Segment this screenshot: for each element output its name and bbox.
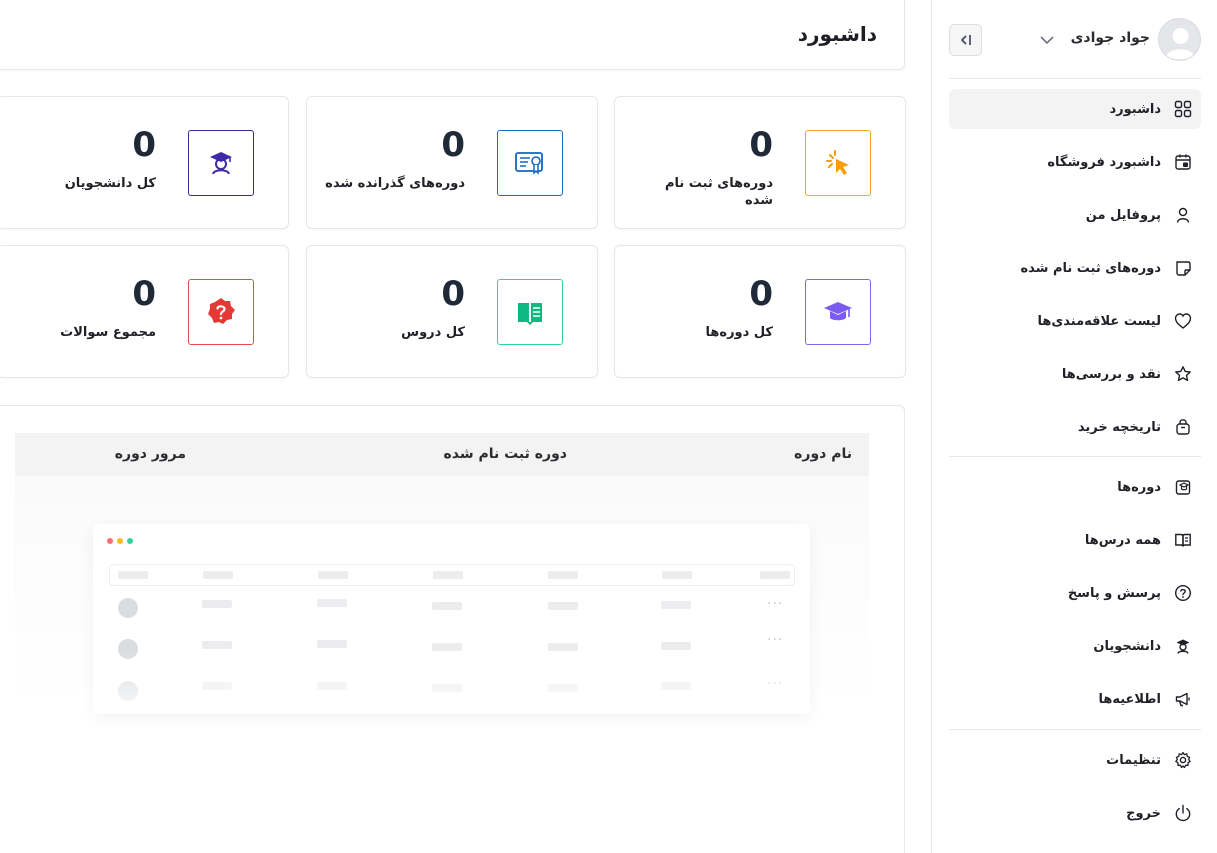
sidebar-item-label: تاریخچه خرید <box>1077 419 1161 435</box>
collapse-icon <box>960 35 971 45</box>
stat-value: 0 <box>441 125 465 165</box>
graduation-cap-icon <box>805 279 871 345</box>
sidebar-item-store-dashboard[interactable]: داشبورد فروشگاه <box>949 142 1201 182</box>
gear-icon <box>1174 751 1192 769</box>
stat-card-courses: 0 کل دوره‌ها <box>614 245 906 378</box>
stat-card-lessons: 0 کل دروس <box>306 245 598 378</box>
sidebar-item-label: نقد و بررسی‌ها <box>1061 366 1161 382</box>
stat-label: کل دروس <box>401 325 465 340</box>
courses-icon <box>1174 478 1192 496</box>
question-badge-icon <box>188 279 254 345</box>
illustration-fade <box>93 650 810 714</box>
stat-card-completed: 0 دوره‌های گذرانده شده <box>306 96 598 229</box>
window-dot-green <box>127 538 133 544</box>
window-dot-red <box>107 538 113 544</box>
user-profile-bar: جواد جوادی <box>949 0 1201 79</box>
sidebar-item-label: دوره‌های ثبت نام شده <box>1020 260 1161 276</box>
sidebar-item-label: اطلاعیه‌ها <box>1098 691 1161 707</box>
sidebar-divider <box>949 729 1201 730</box>
window-dot-yellow <box>117 538 123 544</box>
collapse-sidebar-button[interactable] <box>949 24 982 56</box>
sidebar-divider <box>949 456 1201 457</box>
enrolled-icon <box>1174 259 1192 277</box>
question-icon <box>1174 584 1192 602</box>
stat-value: 0 <box>749 274 773 314</box>
chevron-down-icon[interactable] <box>1039 32 1055 46</box>
sidebar-item-reviews[interactable]: نقد و بررسی‌ها <box>949 354 1201 394</box>
open-book-icon <box>497 279 563 345</box>
student-icon <box>188 130 254 196</box>
stat-card-students: 0 کل دانشجویان <box>0 96 289 229</box>
sidebar-item-courses[interactable]: دوره‌ها <box>949 467 1201 507</box>
placeholder-header-row <box>109 564 795 586</box>
stat-label: کل دانشجویان <box>64 176 156 191</box>
cursor-click-icon <box>805 130 871 196</box>
sidebar-item-label: داشبورد فروشگاه <box>1047 154 1161 170</box>
avatar[interactable] <box>1158 18 1201 61</box>
star-icon <box>1174 365 1192 383</box>
user-icon <box>1174 206 1192 224</box>
user-name[interactable]: جواد جوادی <box>1071 30 1150 46</box>
sidebar-item-announcements[interactable]: اطلاعیه‌ها <box>949 679 1201 719</box>
stat-label: مجموع سوالات <box>60 325 156 340</box>
heart-icon <box>1174 312 1192 330</box>
power-icon <box>1174 804 1192 822</box>
sidebar-item-label: دوره‌ها <box>1117 479 1161 495</box>
sidebar-item-settings[interactable]: تنظیمات <box>949 740 1201 780</box>
table-header: نام دوره دوره ثبت نام شده مرور دوره <box>15 433 869 476</box>
megaphone-icon <box>1174 690 1192 708</box>
stat-value: 0 <box>441 274 465 314</box>
sidebar-item-purchase-history[interactable]: تاریخچه خرید <box>949 407 1201 447</box>
stat-card-enrolled: 0 دوره‌های ثبت نام شده <box>614 96 906 229</box>
stat-value: 0 <box>132 274 156 314</box>
sidebar-item-label: همه درس‌ها <box>1084 532 1161 548</box>
sidebar-item-label: خروج <box>1126 805 1161 821</box>
stat-label: دوره‌های گذرانده شده <box>325 176 465 191</box>
page-title: داشبورد <box>797 22 877 46</box>
sidebar-item-wishlist[interactable]: لیست علاقه‌مندی‌ها <box>949 301 1201 341</box>
placeholder-avatar <box>118 598 138 618</box>
stat-label: کل دوره‌ها <box>705 325 774 340</box>
calendar-store-icon <box>1174 153 1192 171</box>
sidebar-item-logout[interactable]: خروج <box>949 793 1201 833</box>
book-icon <box>1174 531 1192 549</box>
sidebar: جواد جوادی داشبورد داشبورد فروشگاه پروفا… <box>931 0 1217 853</box>
sidebar-item-dashboard[interactable]: داشبورد <box>949 89 1201 129</box>
certificate-icon <box>497 130 563 196</box>
stat-card-questions: 0 مجموع سوالات <box>0 245 289 378</box>
grid-icon <box>1174 100 1192 118</box>
column-enrolled-course: دوره ثبت نام شده <box>443 446 567 462</box>
sidebar-item-label: دانشجویان <box>1093 638 1161 654</box>
sidebar-item-label: تنظیمات <box>1106 752 1161 768</box>
column-course-review: مرور دوره <box>114 446 186 462</box>
column-course-name: نام دوره <box>794 446 852 462</box>
sidebar-item-qa[interactable]: پرسش و پاسخ <box>949 573 1201 613</box>
sidebar-item-label: داشبورد <box>1109 101 1161 117</box>
sidebar-item-profile[interactable]: پروفایل من <box>949 195 1201 235</box>
bag-icon <box>1174 418 1192 436</box>
stat-value: 0 <box>749 125 773 165</box>
sidebar-item-label: لیست علاقه‌مندی‌ها <box>1037 313 1161 329</box>
sidebar-item-label: پرسش و پاسخ <box>1067 585 1161 601</box>
sidebar-item-all-lessons[interactable]: همه درس‌ها <box>949 520 1201 560</box>
stat-value: 0 <box>132 125 156 165</box>
sidebar-item-label: پروفایل من <box>1085 207 1161 223</box>
student-icon <box>1174 637 1192 655</box>
sidebar-item-students[interactable]: دانشجویان <box>949 626 1201 666</box>
page-header: داشبورد <box>0 0 905 70</box>
stat-label: دوره‌های ثبت نام شده <box>664 176 773 208</box>
sidebar-item-enrolled-courses[interactable]: دوره‌های ثبت نام شده <box>949 248 1201 288</box>
